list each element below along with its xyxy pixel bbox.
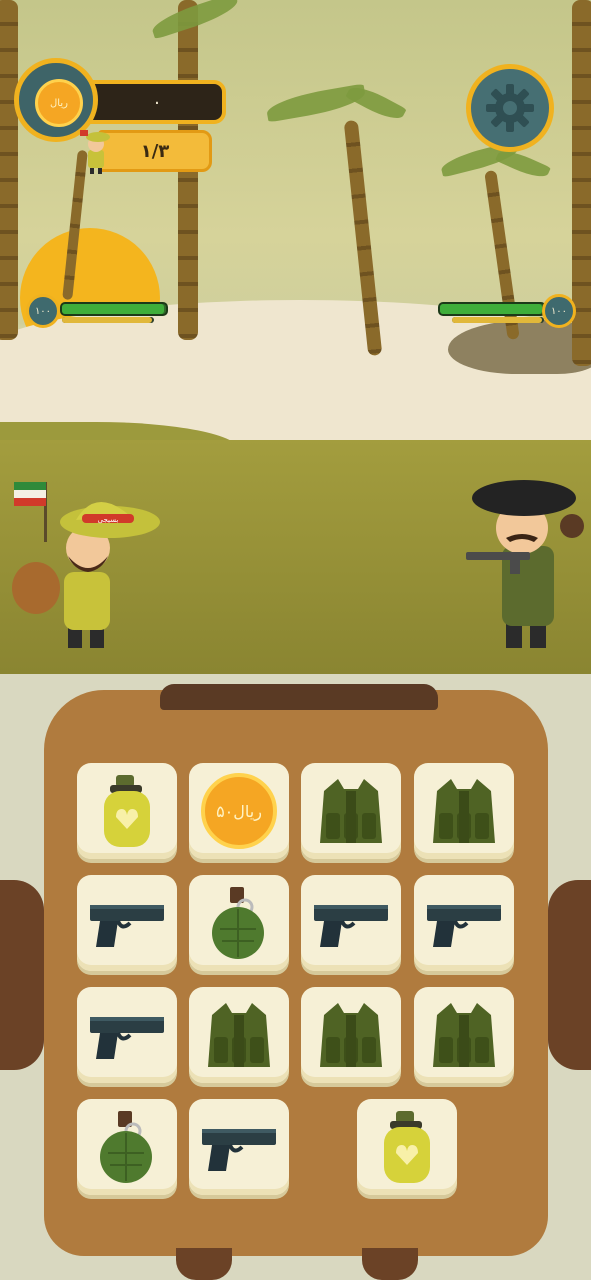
score-value: ۰ [152,91,162,113]
backpack-foot [362,1248,418,1280]
inventory-slot-pistol[interactable] [414,875,514,971]
inventory-slot-grenade[interactable] [77,1099,177,1195]
player-health-badge: ۱۰۰ [26,294,60,328]
vest-icon [310,995,392,1075]
inventory-slot-pistol[interactable] [301,875,401,971]
backpack-strap-left [0,880,44,1070]
inventory-slot-vest[interactable] [189,987,289,1083]
vest-icon [310,771,392,851]
level-value: ۱/۳ [140,140,170,162]
backpack-strap-right [548,880,591,1070]
inventory-slot-canteen[interactable] [357,1099,457,1195]
player-health-fill [62,304,164,314]
vest-icon [198,995,280,1075]
enemy-health: ۱۰۰ [438,294,583,330]
level-soldier-icon [80,130,110,174]
score-display: ۰ [88,80,226,124]
enemy-energy-bar [452,317,544,323]
palm-leaf [345,80,407,126]
palm-trunk [0,0,18,340]
player-badge-text: بسیجی [98,516,119,524]
inventory-slot-grenade[interactable] [189,875,289,971]
coin-label: ریال [50,97,68,109]
level-display: ۱/۳ [98,130,212,172]
settings-button[interactable] [466,64,554,152]
inventory-slot-vest[interactable] [301,987,401,1083]
pistol-icon [86,883,168,963]
vest-icon [423,771,505,851]
coin-icon: ۵۰ریال [201,773,277,849]
enemy-energy-fill [452,317,543,323]
player-health-bar [60,302,168,316]
coin-icon: ریال [35,79,83,127]
gear-icon [486,84,534,132]
enemy-soldier [466,480,584,648]
pistol-icon [198,1107,280,1187]
inventory-slot-vest[interactable] [301,763,401,859]
inventory-slot-canteen[interactable] [77,763,177,859]
canteen-icon [86,771,168,851]
player-energy-bar [62,317,154,323]
backpack-handle [160,684,438,710]
player-energy-fill [62,317,153,323]
vest-icon [423,995,505,1075]
backpack-foot [176,1248,232,1280]
pistol-icon [423,883,505,963]
enemy-health-bar [438,302,546,316]
canteen-icon [366,1107,448,1187]
grenade-icon [198,883,280,963]
inventory-slot-vest[interactable] [414,763,514,859]
coin-value-label: ۵۰ریال [216,801,262,821]
player-health: ۱۰۰ [26,294,171,330]
player-soldier: بسیجی [12,482,160,648]
enemy-health-fill [440,304,542,314]
pistol-icon [310,883,392,963]
inventory-slot-pistol[interactable] [189,1099,289,1195]
pistol-icon [86,995,168,1075]
inventory-slot-pistol[interactable] [77,987,177,1083]
inventory-slot-coin[interactable]: ۵۰ریال [189,763,289,859]
inventory-slot-pistol[interactable] [77,875,177,971]
grenade-icon [86,1107,168,1187]
inventory-slot-vest[interactable] [414,987,514,1083]
enemy-health-badge: ۱۰۰ [542,294,576,328]
enemy-health-value: ۱۰۰ [550,305,568,317]
player-health-value: ۱۰۰ [34,305,52,317]
